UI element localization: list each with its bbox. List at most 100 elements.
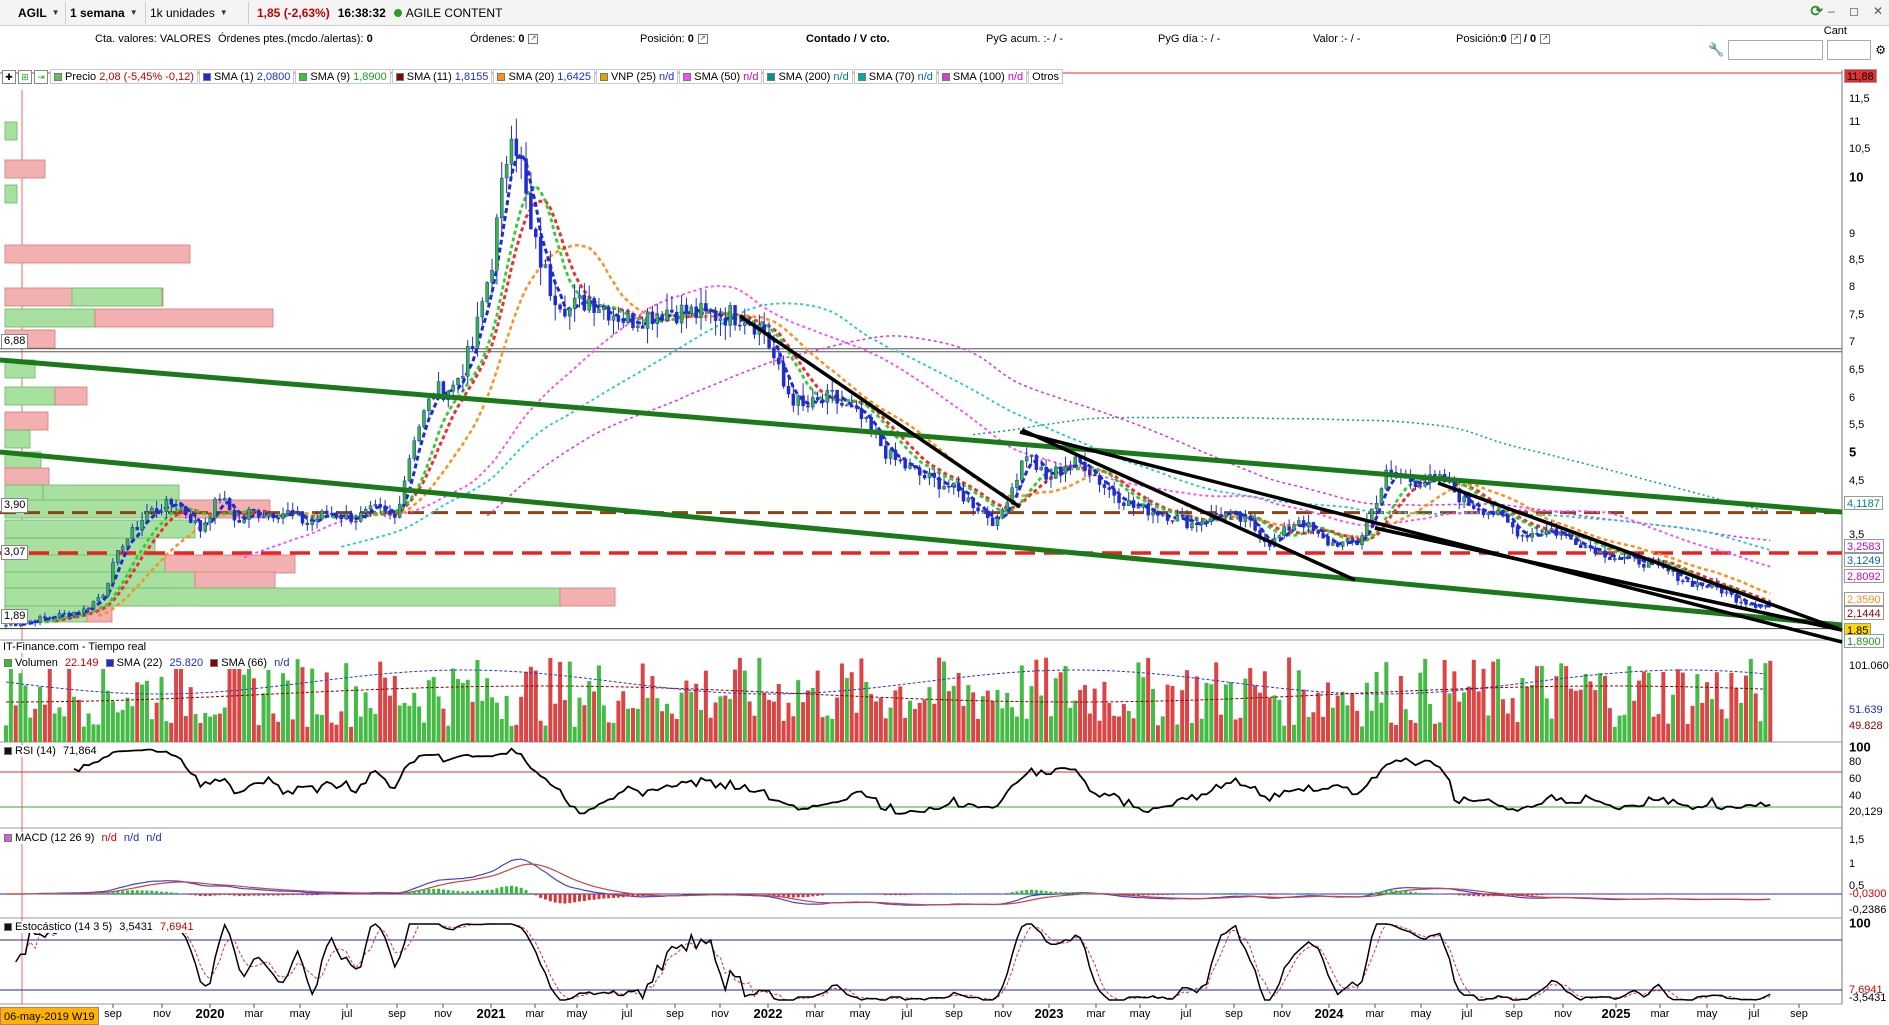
legend-item-8[interactable]: SMA (70) n/d (853, 69, 937, 84)
candle-body (1054, 466, 1058, 479)
macd-hist (223, 894, 227, 895)
time-axis-label: mar (1365, 1008, 1385, 1020)
candle-body (1739, 601, 1743, 604)
legend-item-4[interactable]: SMA (20) 1,6425 (493, 69, 595, 84)
time-axis-label: may (1129, 1008, 1151, 1020)
candle-body (305, 522, 310, 525)
candle-body (616, 315, 621, 322)
macd-hist (626, 894, 630, 897)
macd-hist (762, 894, 766, 895)
macd-hist (485, 889, 489, 894)
macd-hist (218, 894, 222, 896)
volume-bar (626, 708, 631, 742)
candle-body (1180, 515, 1184, 517)
macd-hist (1394, 890, 1398, 894)
volume-bar (655, 698, 660, 742)
legend-item-1[interactable]: SMA (1) 2,0800 (198, 69, 295, 84)
candle-body (558, 304, 562, 310)
macd-hist (1127, 894, 1131, 896)
candle-body (937, 477, 941, 490)
candle-body (738, 324, 742, 327)
legend-item-5[interactable]: VNP (25) n/d (595, 69, 679, 84)
legend-item-0[interactable]: Precio 2,08 (-5,45% -0,12) (50, 69, 198, 84)
candle-body (1020, 460, 1024, 481)
candle-body (1107, 487, 1112, 490)
volume-bar (363, 692, 368, 742)
candle-body (1049, 478, 1053, 480)
macd-hist (422, 889, 426, 894)
candle-body (1365, 520, 1369, 537)
volume-profile-bar (4, 467, 50, 487)
crosshair-icon[interactable]: ✚ (2, 69, 16, 84)
candle-body (743, 322, 747, 326)
candle-body (840, 402, 844, 406)
candle-body (4, 624, 8, 627)
candle-body (665, 309, 669, 321)
legend-item-6[interactable]: SMA (50) n/d (679, 69, 763, 84)
macd-hist (179, 893, 183, 894)
candle-body (577, 294, 582, 299)
legend-swatch (202, 72, 211, 81)
candle-body (801, 395, 805, 407)
volume-bar (159, 676, 164, 742)
volume-bar (42, 704, 47, 742)
macd-hist (126, 890, 130, 894)
legend-item-7[interactable]: SMA (200) n/d (763, 69, 853, 84)
macd-hist (1516, 894, 1520, 896)
volume-bar (1671, 694, 1676, 742)
sma-blue-line (20, 151, 1771, 627)
volume-bar (266, 669, 271, 742)
volume-profile-bar (4, 121, 18, 141)
candle-body (1501, 509, 1505, 517)
legend-items: Precio 2,08 (-5,45% -0,12) SMA (1) 2,0800 SM… (50, 69, 1064, 84)
candle-body (1608, 556, 1612, 561)
add-indicator-icon[interactable]: ⊞ (18, 69, 32, 84)
macd-hist (271, 894, 275, 896)
time-axis-label: may (566, 1008, 588, 1020)
legend-item-3[interactable]: SMA (11) 1,8155 (391, 69, 493, 84)
legend-item-10[interactable]: Otros (1028, 69, 1064, 84)
price-tag: 3,2583 (1844, 539, 1884, 553)
legend-value: 1,8900 (353, 70, 387, 83)
legend-item-9[interactable]: SMA (100) n/d (937, 69, 1028, 84)
candle-body (1326, 537, 1330, 546)
volume-bar (1700, 702, 1705, 742)
candle-body (184, 506, 188, 516)
volume-bar (504, 696, 509, 742)
volume-bar (203, 712, 208, 742)
volume-bar (1160, 716, 1165, 742)
macd-hist (1428, 893, 1432, 894)
legend-name: Precio (65, 70, 97, 83)
volume-bar (606, 722, 611, 742)
candle-body (363, 509, 368, 513)
candle-body (334, 514, 339, 518)
export-icon[interactable]: ⇥ (34, 69, 48, 84)
legend-name: VNP (25) (610, 70, 656, 83)
macd-hist (495, 888, 499, 894)
legend-item-2[interactable]: SMA (9) 1,8900 (295, 69, 391, 84)
candle-body (499, 177, 504, 218)
macd-line (6, 858, 1771, 906)
macd-hist (1608, 894, 1612, 895)
macd-hist (1501, 894, 1505, 896)
volume-bar (1680, 672, 1685, 742)
volume-profile-bar (4, 587, 561, 607)
chart-canvas[interactable] (0, 0, 1889, 1025)
macd-hist (189, 894, 193, 895)
time-axis-label: mar (525, 1008, 545, 1020)
time-axis-label: 2020 (195, 1006, 225, 1021)
macd-hist (194, 894, 198, 896)
macd-hist (607, 894, 611, 899)
volume-bar (1243, 678, 1248, 742)
volume-bar (261, 693, 266, 742)
volume-bar (431, 677, 436, 742)
macd-hist (1088, 893, 1092, 894)
volume-bar (524, 671, 529, 742)
macd-hist (752, 894, 756, 895)
candle-body (261, 515, 266, 518)
volume-bar (1748, 658, 1753, 742)
volume-bar (1340, 691, 1345, 742)
candle-body (1559, 533, 1564, 536)
candle-body (1627, 555, 1632, 558)
macd-hist (612, 894, 616, 898)
